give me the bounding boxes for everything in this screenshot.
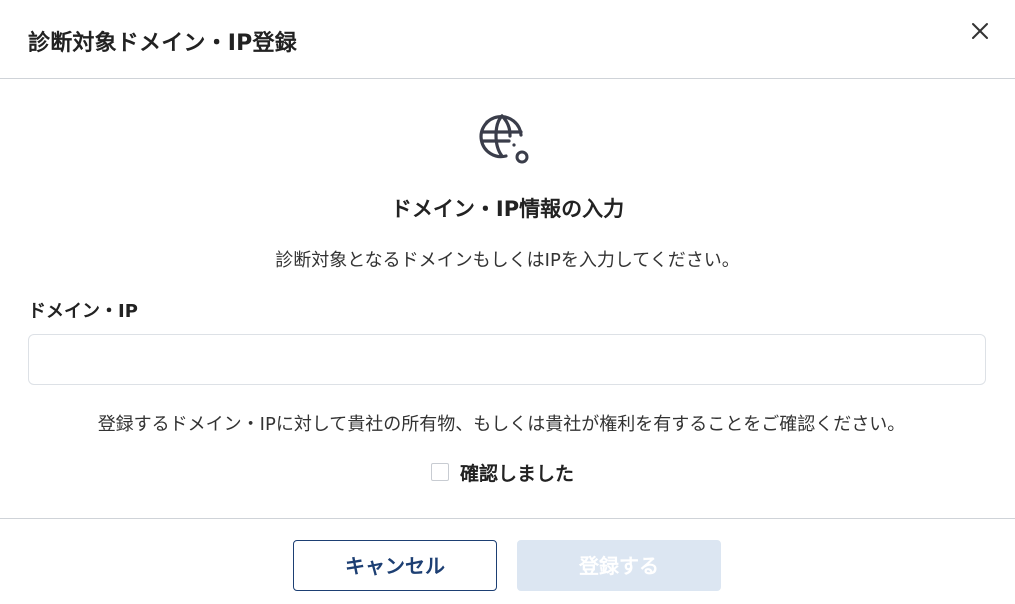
domain-ip-label: ドメイン・IP bbox=[28, 301, 138, 322]
dialog-header: 診断対象ドメイン・IP登録 bbox=[0, 0, 1015, 79]
ownership-notice: 登録するドメイン・IPに対して貴社の所有物、もしくは貴社が権利を有することをご確… bbox=[97, 414, 906, 435]
close-button[interactable] bbox=[967, 18, 993, 44]
confirm-checkbox-row[interactable]: 確認しました bbox=[431, 460, 575, 485]
confirm-checkbox[interactable] bbox=[431, 463, 449, 481]
section-title: ドメイン・IP情報の入力 bbox=[390, 197, 625, 221]
section-description: 診断対象となるドメインもしくはIPを入力してください。 bbox=[275, 250, 740, 271]
globe-icon bbox=[476, 112, 532, 168]
register-button[interactable]: 登録する bbox=[517, 540, 721, 591]
cancel-button[interactable]: キャンセル bbox=[293, 540, 497, 591]
confirm-checkbox-label: 確認しました bbox=[460, 462, 575, 485]
dialog-title: 診断対象ドメイン・IP登録 bbox=[28, 31, 297, 56]
register-dialog: 診断対象ドメイン・IP登録 ドメイン・IP情報の入力 診断対象となるドメインもし… bbox=[0, 0, 1015, 604]
dialog-footer: キャンセル 登録する bbox=[0, 518, 1015, 604]
close-icon bbox=[972, 23, 988, 39]
domain-ip-input[interactable] bbox=[28, 334, 986, 385]
